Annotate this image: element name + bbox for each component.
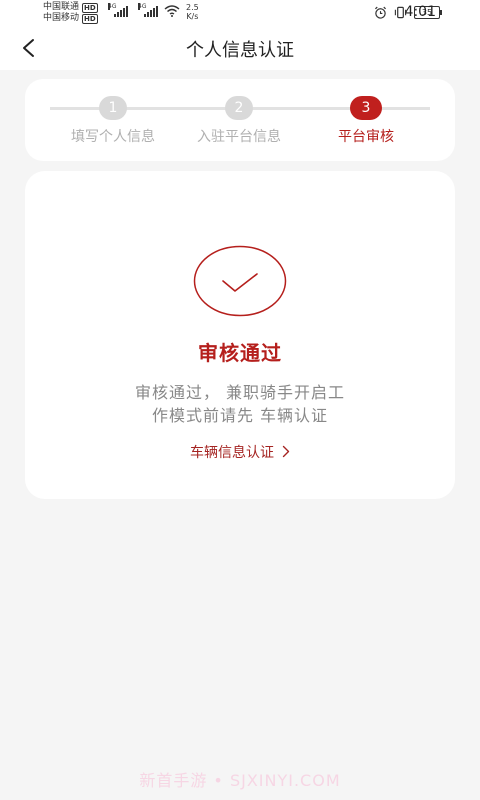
result-title: 审核通过 [198, 341, 282, 365]
vehicle-auth-label: 车辆信息认证 [190, 445, 274, 461]
step-2: 2 入驻平台信息 [179, 96, 299, 146]
carrier-2: 中国移动 [43, 13, 80, 23]
alarm-icon [374, 6, 387, 19]
step-label: 填写个人信息 [71, 129, 155, 145]
step-3: 3 平台审核 [306, 96, 426, 146]
watermark: 新首手游 • SJXINYI.COM [139, 771, 341, 790]
step-number: 3 [350, 96, 382, 120]
result-description: 审核通过， 兼职骑手开启工 作模式前请先 车辆认证 [134, 383, 346, 425]
vehicle-auth-link[interactable]: 车辆信息认证 [25, 442, 455, 462]
signal-icon: 4G [108, 3, 128, 17]
result-card: 审核通过 审核通过， 兼职骑手开启工 作模式前请先 车辆认证 车辆信息认证 [25, 171, 455, 499]
check-circle-icon [193, 245, 287, 317]
hd-badge-1: HD [82, 2, 98, 13]
page-title: 个人信息认证 [186, 40, 294, 61]
step-number: 2 [225, 96, 253, 120]
nav-header: 个人信息认证 [0, 26, 480, 70]
chevron-right-icon [282, 445, 290, 458]
carrier-1: 中国联通 [43, 2, 80, 12]
step-number: 1 [99, 96, 127, 120]
step-1: 1 填写个人信息 [53, 96, 173, 146]
step-label: 入驻平台信息 [197, 129, 281, 145]
hd-badge-2: HD [82, 13, 98, 24]
status-bar: 中国联通 HD 中国移动 HD 4G 4G 2.5 K/s 35 4:01 [0, 0, 480, 26]
step-label: 平台审核 [338, 129, 394, 145]
wifi-icon [164, 5, 180, 17]
steps-card: 1 填写个人信息 2 入驻平台信息 3 平台审核 [25, 79, 455, 161]
network-speed: 2.5 K/s [186, 3, 199, 21]
signal-icon: 4G [138, 3, 158, 17]
carrier-info: 中国联通 HD 中国移动 HD [43, 2, 98, 24]
clock: 4:01 [404, 4, 436, 20]
